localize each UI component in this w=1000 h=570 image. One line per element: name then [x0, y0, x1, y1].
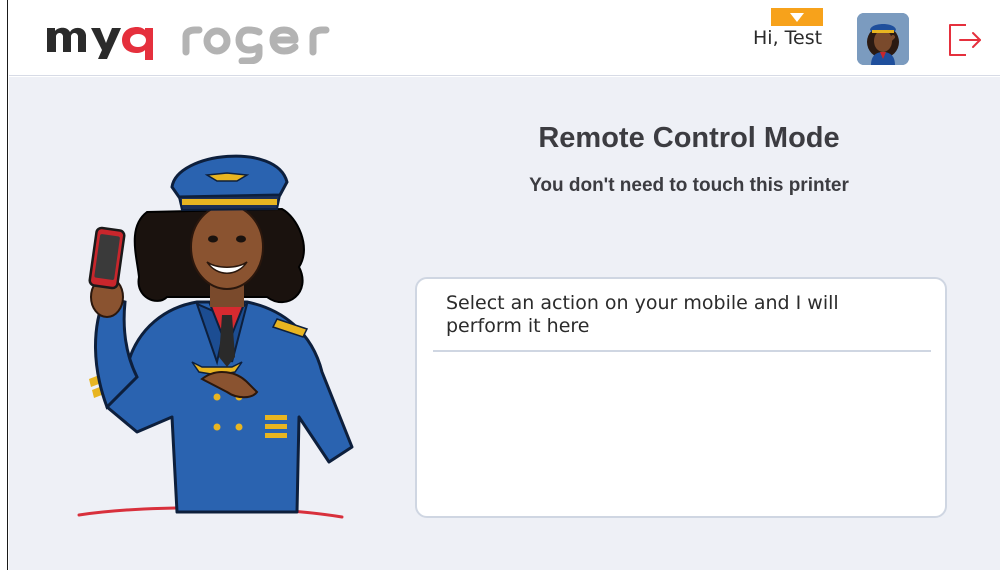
user-greeting[interactable]: Hi, Test: [753, 27, 822, 49]
logout-button[interactable]: [944, 20, 984, 60]
avatar-icon: [857, 13, 909, 65]
instruction-card: Select an action on your mobile and I wi…: [415, 277, 947, 518]
pilot-mascot-illustration: [67, 117, 367, 527]
instruction-text: Select an action on your mobile and I wi…: [446, 292, 839, 337]
window-edge: [0, 0, 8, 570]
page-subtitle: You don't need to touch this printer: [529, 175, 849, 196]
page-title: Remote Control Mode: [538, 122, 840, 154]
myq-roger-logo: [45, 12, 355, 64]
top-bar: Hi, Test: [9, 0, 1000, 76]
avatar[interactable]: [857, 13, 909, 65]
card-divider: [433, 350, 931, 352]
chevron-down-icon: [790, 12, 804, 22]
logo-graphic: [47, 26, 330, 64]
user-menu-toggle[interactable]: [771, 8, 823, 26]
logout-icon: [949, 24, 981, 56]
main-panel: Remote Control Mode You don't need to to…: [9, 77, 1000, 570]
